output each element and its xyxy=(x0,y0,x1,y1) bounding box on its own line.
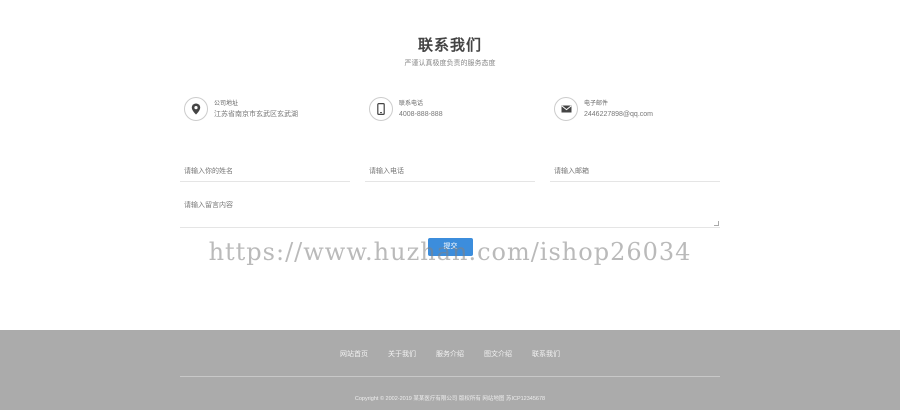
footer-link-services[interactable]: 服务介绍 xyxy=(436,349,464,359)
email-input[interactable]: 请输入邮箱 xyxy=(550,162,720,182)
footer: 网站首页 关于我们 服务介绍 图文介绍 联系我们 Copyright © 200… xyxy=(0,330,900,410)
email-value: 2446227898@qq.com xyxy=(584,110,653,118)
location-icon xyxy=(184,97,208,121)
footer-link-about[interactable]: 关于我们 xyxy=(388,349,416,359)
phone-label: 联系电话 xyxy=(399,100,424,107)
footer-nav: 网站首页 关于我们 服务介绍 图文介绍 联系我们 xyxy=(0,349,900,359)
section-title: 联系我们 xyxy=(417,37,482,54)
copyright-text: Copyright © 2002-2019 某某医疗有限公司 版权所有 网站地图… xyxy=(354,396,546,402)
mail-icon xyxy=(554,97,578,121)
contact-phone: 联系电话 4008-888-888 xyxy=(369,96,443,122)
resize-handle[interactable] xyxy=(714,221,719,226)
phone-input[interactable]: 请输入电话 xyxy=(365,162,535,182)
phone-value: 4008-888-888 xyxy=(399,110,443,118)
contact-section: 联系我们 严谨认真极度负责的服务态度 公司地址 江苏省南京市玄武区玄武湖 联系电… xyxy=(0,0,900,330)
name-input[interactable]: 请输入你的姓名 xyxy=(180,162,350,182)
email-label: 电子邮件 xyxy=(584,100,609,107)
contact-address: 公司地址 江苏省南京市玄武区玄武湖 xyxy=(184,96,298,122)
submit-button[interactable]: 提交 xyxy=(428,238,473,256)
address-label: 公司地址 xyxy=(214,100,239,107)
contact-email: 电子邮件 2446227898@qq.com xyxy=(554,96,653,122)
footer-divider xyxy=(180,376,720,377)
section-subtitle: 严谨认真极度负责的服务态度 xyxy=(404,60,496,67)
footer-link-home[interactable]: 网站首页 xyxy=(340,349,368,359)
message-textarea[interactable]: 请输入留言内容 xyxy=(180,198,720,228)
footer-link-gallery[interactable]: 图文介绍 xyxy=(484,349,512,359)
phone-icon xyxy=(369,97,393,121)
address-value: 江苏省南京市玄武区玄武湖 xyxy=(214,110,298,118)
message-placeholder: 请输入留言内容 xyxy=(184,202,233,209)
footer-link-contact[interactable]: 联系我们 xyxy=(532,349,560,359)
